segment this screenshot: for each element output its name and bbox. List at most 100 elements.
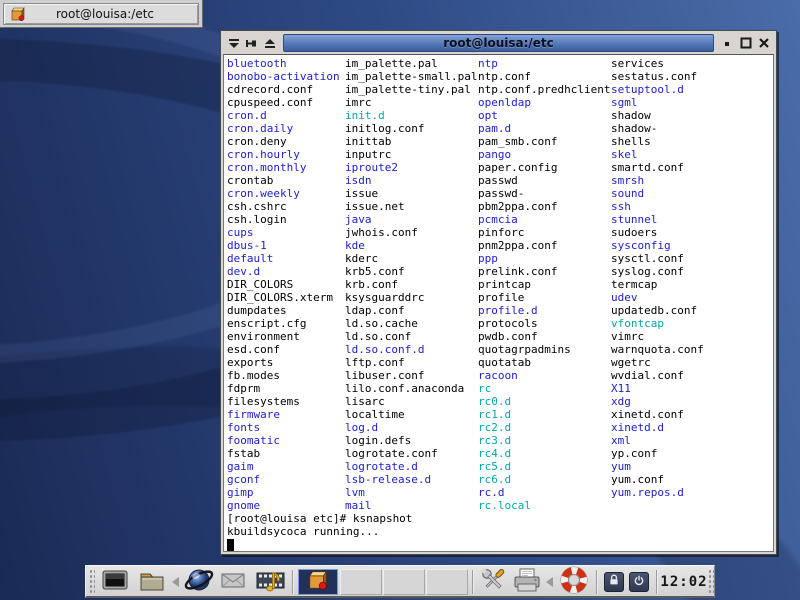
file-entry: sysconfig — [611, 239, 704, 252]
file-entry: cups — [227, 226, 340, 239]
lock-screen-button[interactable] — [604, 572, 624, 592]
file-entry: pinforc — [478, 226, 610, 239]
shell-prompt: [root@louisa etc]# ksnapshot — [227, 512, 412, 525]
help-launcher[interactable] — [556, 568, 592, 596]
file-entry: foomatic — [227, 434, 340, 447]
file-entry: ntp — [478, 57, 610, 70]
file-entry: profile — [478, 291, 610, 304]
file-entry: xml — [611, 434, 704, 447]
file-entry: paper.config — [478, 161, 610, 174]
web-browser-launcher[interactable] — [182, 568, 216, 596]
mail-launcher[interactable] — [218, 568, 248, 596]
file-entry: sound — [611, 187, 704, 200]
panel-grip-left[interactable] — [89, 569, 95, 594]
panel-clock[interactable]: 12:02 — [661, 566, 707, 597]
file-entry: cron.daily — [227, 122, 340, 135]
printer-launcher[interactable] — [510, 568, 544, 596]
file-entry: cron.weekly — [227, 187, 340, 200]
file-manager-launcher[interactable] — [137, 568, 167, 596]
file-entry: fdprm — [227, 382, 340, 395]
file-entry: openldap — [478, 96, 610, 109]
top-taskbar-panel: root@louisa:/etc — [0, 0, 203, 28]
window-titlebar[interactable]: root@louisa:/etc — [223, 33, 774, 53]
file-entry: xdg — [611, 395, 704, 408]
system-tools-launcher[interactable] — [476, 568, 510, 596]
file-entry: imrc — [345, 96, 477, 109]
file-entry: rc1.d — [478, 408, 610, 421]
file-entry: lisarc — [345, 395, 477, 408]
monitor-icon — [101, 566, 129, 598]
file-entry: setuptool.d — [611, 83, 704, 96]
logout-power-button[interactable] — [629, 572, 649, 592]
file-entry: logrotate.conf — [345, 447, 477, 460]
file-entry: shadow — [611, 109, 704, 122]
file-entry: bonobo-activation — [227, 70, 340, 83]
file-entry: ssh — [611, 200, 704, 213]
file-entry: ld.so.conf — [345, 330, 477, 343]
file-entry: java — [345, 213, 477, 226]
file-entry: wvdial.conf — [611, 369, 704, 382]
file-entry: krb5.conf — [345, 265, 477, 278]
file-entry: csh.cshrc — [227, 200, 340, 213]
file-entry: DIR_COLORS.xterm — [227, 291, 340, 304]
file-entry: yp.conf — [611, 447, 704, 460]
file-entry: exports — [227, 356, 340, 369]
maximize-button[interactable] — [738, 36, 753, 50]
file-entry: esd.conf — [227, 343, 340, 356]
file-entry: enscript.cfg — [227, 317, 340, 330]
file-entry: prelink.conf — [478, 265, 610, 278]
panel-arrow-2[interactable] — [542, 568, 556, 596]
file-entry: inittab — [345, 135, 477, 148]
close-button[interactable] — [756, 36, 771, 50]
file-entry: ld.so.cache — [345, 317, 477, 330]
file-entry: kde — [345, 239, 477, 252]
file-entry: yum.conf — [611, 473, 704, 486]
file-entry: filesystems — [227, 395, 340, 408]
window-menu-icon[interactable] — [226, 36, 241, 50]
konsole-window: root@louisa:/etc bluetoothbonobo-activat… — [220, 30, 777, 555]
file-entry: dumpdates — [227, 304, 340, 317]
file-entry: im_palette-tiny.pal — [345, 83, 477, 96]
file-entry: stunnel — [611, 213, 704, 226]
taskbar-active-konsole[interactable] — [298, 569, 338, 595]
bottom-panel: 12:02 — [85, 565, 715, 598]
shell-output: kbuildsycoca running... — [227, 525, 379, 538]
pin-icon[interactable] — [244, 36, 259, 50]
file-entry: pwdb.conf — [478, 330, 610, 343]
file-entry: cron.d — [227, 109, 340, 122]
taskbar-empty-slot — [340, 569, 382, 595]
file-entry: udev — [611, 291, 704, 304]
taskbar-empty-slot — [426, 569, 468, 595]
file-entry: gnome — [227, 499, 340, 512]
multimedia-launcher[interactable] — [254, 568, 288, 596]
file-entry: rc5.d — [478, 460, 610, 473]
folder-icon — [138, 566, 166, 598]
panel-grip-right[interactable] — [708, 569, 714, 594]
shade-icon[interactable] — [262, 36, 277, 50]
minimize-button[interactable] — [720, 36, 735, 50]
file-entry: sysctl.conf — [611, 252, 704, 265]
file-entry: rc2.d — [478, 421, 610, 434]
file-entry: services — [611, 57, 704, 70]
file-entry: ntp.conf — [478, 70, 610, 83]
printer-icon — [511, 566, 543, 598]
terminal-launcher[interactable] — [100, 568, 130, 596]
file-entry: shells — [611, 135, 704, 148]
file-entry: ppp — [478, 252, 610, 265]
file-entry: xinetd.conf — [611, 408, 704, 421]
file-entry: environment — [227, 330, 340, 343]
file-entry: libuser.conf — [345, 369, 477, 382]
panel-arrow-1[interactable] — [168, 568, 182, 596]
terminal-screen[interactable]: bluetoothbonobo-activationcdrecord.confc… — [223, 54, 774, 552]
file-entry: rc — [478, 382, 610, 395]
taskbar-empty-slot — [383, 569, 425, 595]
taskbar-entry-konsole[interactable]: root@louisa:/etc — [3, 3, 199, 25]
arrow-left-icon — [546, 577, 553, 587]
lock-icon — [606, 572, 622, 592]
file-entry: default — [227, 252, 340, 265]
file-entry: isdn — [345, 174, 477, 187]
file-entry: X11 — [611, 382, 704, 395]
panel-separator-4 — [656, 570, 657, 594]
window-title: root@louisa:/etc — [283, 34, 714, 52]
file-entry: cpuspeed.conf — [227, 96, 340, 109]
